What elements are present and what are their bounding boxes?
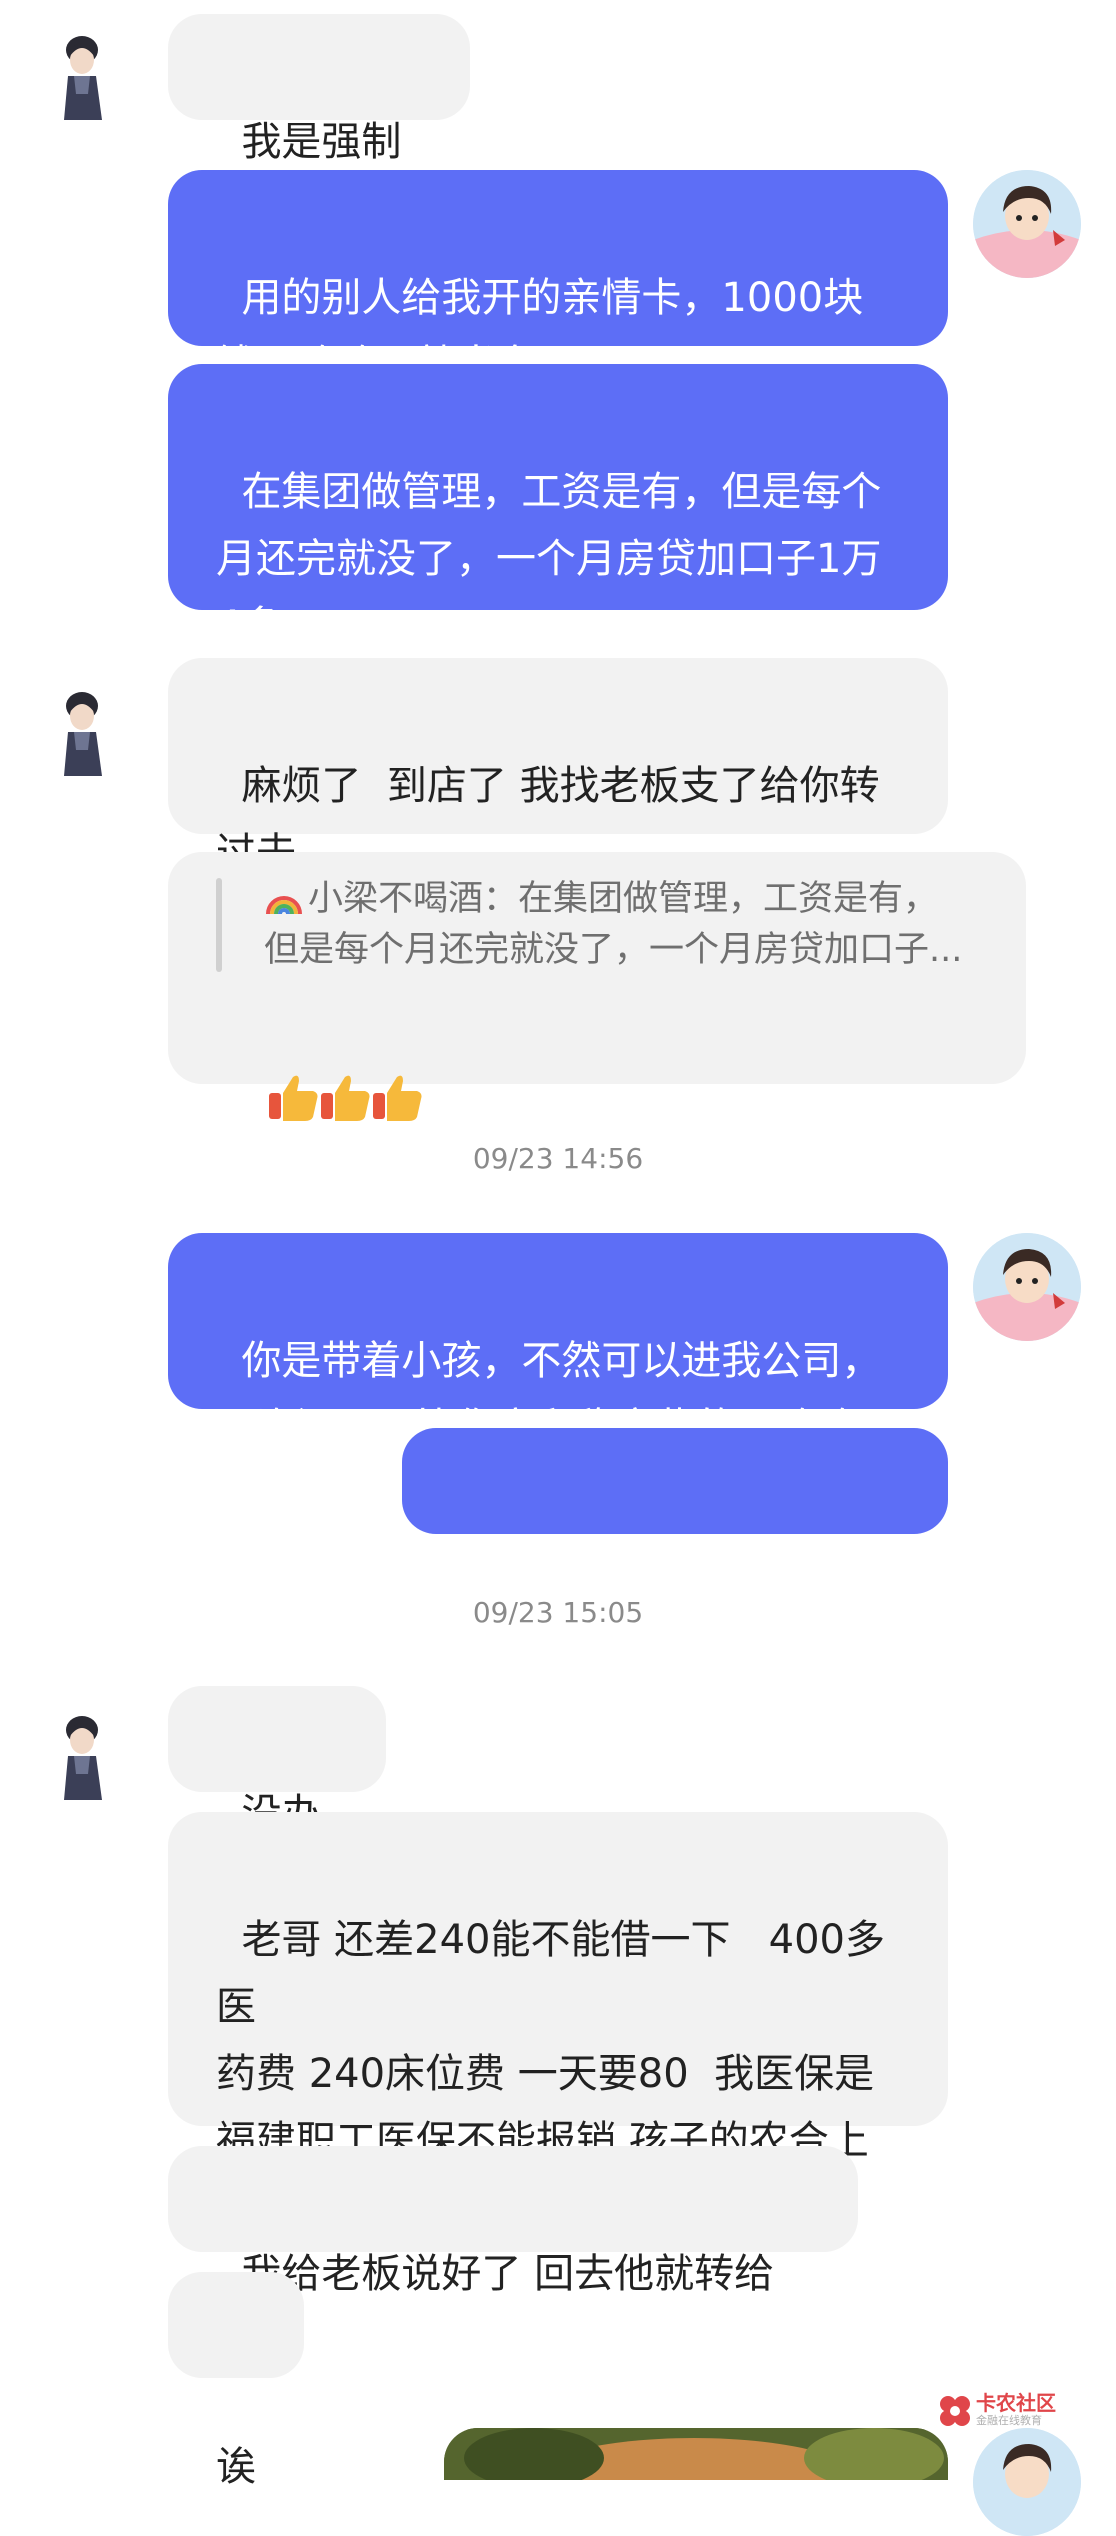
- kanong-logo-icon: [940, 2396, 970, 2426]
- thumbs-up-icon: [268, 1075, 422, 1121]
- cartoon-boy-avatar-icon: [973, 1233, 1081, 1341]
- cartoon-boy-avatar-icon: [973, 170, 1081, 278]
- message-text: 诶: [216, 2444, 256, 2490]
- girl-avatar-icon: [64, 1716, 102, 1800]
- message-bubble-incoming[interactable]: 老哥 还差240能不能借一下 400多医 药费 240床位费 一天要80 我医保…: [168, 1812, 948, 2234]
- message-bubble-outgoing[interactable]: 吃穿住用水电都是公司得: [402, 1428, 948, 1646]
- contact-avatar[interactable]: [30, 20, 138, 128]
- photo-thumbnail-icon: [444, 2428, 948, 2480]
- quoted-message-text: 小梁不喝酒：在集团做管理，工资是有， 但是每个月还完就没了，一个月房贷加口子..…: [264, 879, 963, 970]
- watermark-title: 卡农社区: [976, 2391, 1056, 2415]
- timestamp: 09/23 15:05: [472, 1596, 644, 1629]
- message-text: 吃穿住用水电都是公司得: [450, 1533, 876, 1646]
- image-message-outgoing[interactable]: [444, 2428, 948, 2480]
- user-avatar[interactable]: [973, 170, 1081, 278]
- message-bubble-incoming[interactable]: 没办法: [168, 1686, 386, 1904]
- message-bubble-incoming[interactable]: 我给老板说好了 回去他就转给我: [168, 2146, 858, 2364]
- message-bubble-incoming[interactable]: 麻烦了 到店了 我找老板支了给你转 过去: [168, 658, 948, 876]
- quote-reply-bubble[interactable]: 小梁不喝酒：在集团做管理，工资是有， 但是每个月还完就没了，一个月房贷加口子..…: [168, 852, 1026, 1121]
- reaction-row: [216, 1002, 427, 1211]
- cartoon-boy-avatar-icon: [973, 2428, 1081, 2536]
- timestamp: 09/23 14:56: [472, 1142, 644, 1175]
- message-bubble-incoming[interactable]: 诶: [168, 2272, 304, 2490]
- contact-avatar[interactable]: [30, 1700, 138, 1808]
- contact-avatar[interactable]: [30, 676, 138, 784]
- message-bubble-incoming[interactable]: 我是强制了: [168, 14, 470, 232]
- girl-avatar-icon: [64, 692, 102, 776]
- user-avatar[interactable]: [973, 2428, 1081, 2536]
- quote-bar: [216, 878, 222, 972]
- message-bubble-outgoing[interactable]: 在集团做管理，工资是有，但是每个 月还完就没了，一个月房贷加口子1万 4多: [168, 364, 948, 649]
- message-bubble-outgoing[interactable]: 你是带着小孩，不然可以进我公司， 工资还是要比你高和稳定些的，哈哈: [168, 1233, 948, 1451]
- watermark: 卡农社区 金融在线教育: [938, 2392, 1088, 2432]
- girl-avatar-icon: [64, 36, 102, 120]
- watermark-subtitle: 金融在线教育: [976, 2414, 1042, 2427]
- user-avatar[interactable]: [973, 1233, 1081, 1341]
- message-bubble-outgoing[interactable]: 用的别人给我开的亲情卡，1000块 钱，哈哈，就当套现了: [168, 170, 948, 388]
- message-text: 在集团做管理，工资是有，但是每个 月还完就没了，一个月房贷加口子1万 4多: [216, 469, 882, 649]
